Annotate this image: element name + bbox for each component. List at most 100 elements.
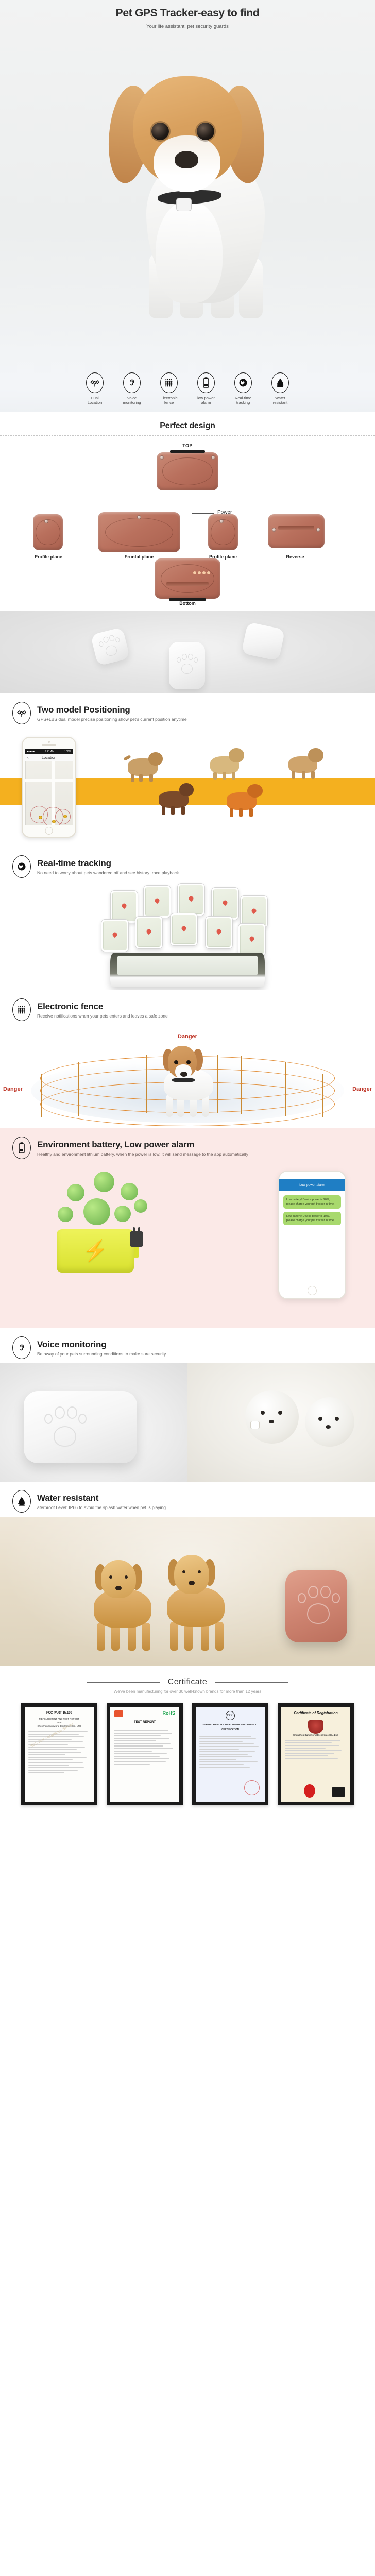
certificate-card-ccc[interactable]: CCC CERTIFICATE FOR CHINA COMPULSORY PRO… — [192, 1703, 268, 1805]
fence-icon — [12, 998, 31, 1021]
waterdrop-icon — [12, 1490, 31, 1513]
caption-reverse: Reverse — [286, 554, 304, 560]
section-subheading: Healthy and environment lithium battery,… — [37, 1151, 248, 1157]
certificate-title: Certificate — [167, 1677, 208, 1686]
certificate-subheading: Shenzhen Sungworld Electronic Co., Ltd. — [293, 1734, 338, 1736]
section-voice-monitoring: Voice monitoring Be away of your pets su… — [0, 1328, 375, 1482]
certificate-heading: FCC PART 15.109 — [46, 1711, 72, 1715]
fence-dog-image — [155, 1041, 221, 1117]
back-icon[interactable]: ‹ — [27, 755, 29, 760]
divider-right — [215, 1682, 289, 1683]
certificate-card-registration[interactable]: Certificate of Registration Shenzhen Sun… — [278, 1703, 354, 1805]
feature-icon-row: Dual Location Voice monitoring Electroni… — [0, 372, 375, 405]
message-bubble: Low battery! Device power is 10%, please… — [283, 1212, 341, 1225]
water-illustration — [0, 1517, 375, 1666]
paw-icon — [177, 653, 198, 674]
ccc-badge-icon: CCC — [226, 1711, 235, 1720]
paw-icon — [97, 633, 122, 657]
section-heading: Environment battery, Low power alarm — [37, 1139, 195, 1149]
phone-screen: ●●●●● 9:41 AM 100% ‹ Location — [25, 749, 73, 825]
official-stamp — [244, 1780, 260, 1795]
power-callout: Power — [192, 510, 259, 544]
section-title-perfect-design: Perfect design — [160, 421, 215, 430]
battery-graphic: ⚡ — [57, 1229, 139, 1273]
trace-map-card — [110, 890, 138, 923]
paw-icon — [44, 1405, 87, 1447]
tablet-mockup — [110, 953, 265, 987]
trace-map-card — [143, 885, 171, 918]
feature-icon-real-time-tracking: Real-time tracking — [227, 372, 259, 405]
section-electronic-fence: Electronic fence Receive notifications w… — [0, 990, 375, 1128]
feature-icon-label: low power alarm — [197, 396, 215, 405]
certificate-subheading: MEASUREMENT AND TEST REPORT FOR Shenzhen S… — [37, 1718, 81, 1727]
certificate-heading: Certificate of Registration — [294, 1711, 338, 1715]
caption-profile-plane-left: Profile plane — [34, 554, 62, 560]
tracker-unit-front — [169, 642, 205, 689]
map-view[interactable] — [25, 761, 73, 825]
collar-tracker-device — [250, 1421, 260, 1429]
trace-map-card — [170, 913, 198, 946]
collar-tracker-device — [176, 198, 192, 211]
map-pin[interactable] — [39, 816, 42, 819]
trace-map-card — [135, 916, 163, 949]
globe-icon — [12, 855, 31, 878]
trace-map-card — [238, 923, 266, 956]
hero-puppy-image — [69, 45, 306, 334]
device-view-frontal — [98, 512, 180, 552]
cartoon-dog-2 — [206, 744, 247, 782]
perfect-design-section: Perfect design TOP Power Profile plane F… — [0, 412, 375, 611]
certificate-subtitle: We've been manufacturing for over 30 wel… — [113, 1689, 262, 1694]
section-certificate: Certificate We've been manufacturing for… — [0, 1666, 375, 1819]
section-subheading: GPS+LBS dual model precise positioning s… — [37, 716, 187, 722]
hero-banner: Pet GPS Tracker-easy to find Your life a… — [0, 0, 375, 412]
trace-map-card — [205, 916, 233, 949]
battery-icon — [197, 372, 215, 393]
product-detail-page: Pet GPS Tracker-easy to find Your life a… — [0, 0, 375, 1819]
sgs-logo-icon — [114, 1710, 123, 1717]
tracker-device-rose — [285, 1570, 347, 1642]
cartoon-dog-5 — [284, 744, 328, 781]
section-subheading: Be away of your pets surrounding conditi… — [37, 1351, 166, 1357]
device-view-top — [157, 450, 218, 490]
feature-icon-dual-location: Dual Location — [79, 372, 111, 405]
white-dog-2 — [305, 1397, 354, 1447]
cartoon-dog-4 — [221, 779, 266, 819]
tracker-unit-right — [241, 621, 285, 662]
section-heading: Real-time tracking — [37, 858, 111, 868]
trace-map-card — [101, 919, 129, 952]
tracker-device-closeup — [24, 1391, 137, 1463]
status-time: 9:41 AM — [44, 750, 55, 753]
white-dog-1 — [245, 1390, 299, 1444]
section-subheading: No need to worry about pets wandered off… — [37, 870, 179, 875]
app-nav-bar: ‹ Location — [25, 754, 73, 761]
feature-icon-label: Dual Location — [87, 396, 103, 405]
feature-icon-low-power-alarm: low power alarm — [190, 372, 222, 405]
map-pin[interactable] — [52, 820, 56, 823]
wax-seal — [304, 1784, 315, 1798]
section-two-model-positioning: Two model Positioning GPS+LBS dual model… — [0, 693, 375, 847]
map-pin[interactable] — [63, 815, 67, 818]
home-button[interactable] — [45, 827, 53, 835]
app-title-bar: Low power alarm — [279, 1179, 345, 1191]
section-subheading: Receive notifications when your pets ent… — [37, 1013, 168, 1019]
danger-label-right: Danger — [352, 1086, 372, 1092]
rohs-badge: RoHS — [162, 1710, 176, 1716]
tracker-unit-left — [90, 627, 130, 666]
certificate-card-rohs[interactable]: RoHS TEST REPORT — [107, 1703, 183, 1805]
section-heading: Electronic fence — [37, 1001, 104, 1011]
page-subtitle: Your life assistant, pet security guards — [146, 24, 229, 29]
feature-icon-label: Water resistant — [272, 396, 288, 405]
page-title: Pet GPS Tracker-easy to find — [115, 7, 260, 19]
power-plug-icon — [130, 1227, 143, 1247]
certificate-heading: TEST REPORT — [133, 1721, 156, 1724]
device-view-profile-left — [33, 514, 63, 550]
feature-icon-label: Electronic fence — [160, 396, 178, 405]
trace-map-card — [177, 883, 205, 916]
feature-icon-electronic-fence: Electronic fence — [153, 372, 185, 405]
battery-illustration: ⚡ Low power alarm Low battery! Device po… — [0, 1163, 375, 1328]
home-button[interactable] — [308, 1286, 317, 1295]
device-view-bottom — [155, 558, 220, 601]
certificate-card-fcc[interactable]: SGS Test Compliance Service FCC PART 15.… — [21, 1703, 97, 1805]
golden-retriever-1 — [82, 1555, 160, 1653]
section-heading: Water resistant — [37, 1493, 99, 1503]
